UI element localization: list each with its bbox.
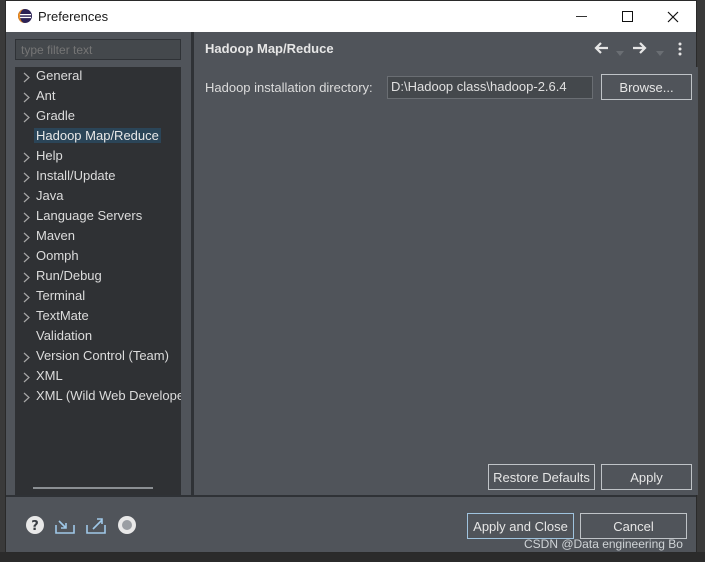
maximize-button[interactable] — [604, 1, 650, 32]
browse-button-label: Browse... — [619, 79, 674, 95]
chevron-right-icon — [22, 251, 31, 263]
filter-input[interactable] — [15, 39, 181, 60]
chevron-right-icon — [22, 351, 31, 363]
apply-label: Apply — [630, 469, 663, 485]
maximize-icon — [621, 11, 633, 22]
forward-dropdown-icon[interactable] — [656, 45, 664, 60]
import-icon[interactable] — [54, 515, 75, 535]
arrow-right-icon[interactable] — [632, 41, 648, 58]
tree-item-label: General — [36, 68, 83, 83]
window-title: Preferences — [38, 9, 109, 24]
title-bar: Preferences — [6, 1, 696, 32]
preferences-dialog: Preferences General Ant Gradle Hadoop Ma… — [5, 0, 698, 553]
tree-item-xml-wild-web[interactable]: XML (Wild Web Developer) — [15, 387, 181, 407]
apply-and-close-label: Apply and Close — [473, 518, 568, 534]
footer-divider — [6, 495, 696, 497]
tree-item-xml[interactable]: XML — [15, 367, 181, 387]
tree-item-run-debug[interactable]: Run/Debug — [15, 267, 181, 287]
tree-item-label: Gradle — [36, 108, 76, 123]
install-dir-label: Hadoop installation directory: — [205, 80, 373, 95]
watermark-text: CSDN @Data engineering Bo — [524, 537, 683, 551]
tree-item-textmate[interactable]: TextMate — [15, 307, 181, 327]
tree-item-label: Validation — [36, 328, 93, 343]
cancel-label: Cancel — [613, 518, 654, 534]
tree-item-label: XML — [36, 368, 63, 383]
close-button[interactable] — [650, 1, 696, 32]
tree-item-version-control[interactable]: Version Control (Team) — [15, 347, 181, 367]
minimize-button[interactable] — [558, 1, 604, 32]
arrow-left-icon[interactable] — [593, 41, 609, 58]
svg-text:?: ? — [31, 519, 39, 534]
chevron-right-icon — [22, 231, 31, 243]
page-content — [199, 67, 698, 495]
chevron-right-icon — [22, 271, 31, 283]
apply-and-close-button[interactable]: Apply and Close — [467, 513, 574, 539]
export-icon[interactable] — [85, 515, 106, 535]
tree-item-hadoop-map-reduce[interactable]: Hadoop Map/Reduce — [15, 127, 181, 147]
tree-item-maven[interactable]: Maven — [15, 227, 181, 247]
tree-item-install-update[interactable]: Install/Update — [15, 167, 181, 187]
restore-defaults-label: Restore Defaults — [493, 469, 590, 485]
cancel-button[interactable]: Cancel — [580, 513, 687, 539]
tree-item-label: Help — [36, 148, 63, 163]
back-dropdown-icon[interactable] — [616, 45, 624, 60]
restore-defaults-button[interactable]: Restore Defaults — [488, 464, 595, 490]
install-dir-field[interactable]: D:\Hadoop class\hadoop-2.6.4 — [387, 76, 593, 99]
tree-item-label: Version Control (Team) — [36, 348, 169, 363]
chevron-right-icon — [22, 71, 31, 83]
tree-item-label: Ant — [36, 88, 56, 103]
preference-tree[interactable]: General Ant Gradle Hadoop Map/Reduce Hel… — [15, 67, 181, 495]
tree-item-language-servers[interactable]: Language Servers — [15, 207, 181, 227]
background-bottom — [0, 552, 705, 562]
chevron-right-icon — [22, 291, 31, 303]
chevron-right-icon — [22, 371, 31, 383]
tree-item-general[interactable]: General — [15, 67, 181, 87]
tree-item-label: Java — [36, 188, 64, 203]
tree-item-terminal[interactable]: Terminal — [15, 287, 181, 307]
tree-item-label: Terminal — [36, 288, 86, 303]
tree-horizontal-scrollbar[interactable] — [33, 487, 153, 489]
tree-item-label: Install/Update — [36, 168, 116, 183]
chevron-right-icon — [22, 151, 31, 163]
record-icon[interactable] — [117, 515, 137, 535]
browse-button[interactable]: Browse... — [601, 74, 692, 100]
tree-item-label: Language Servers — [36, 208, 143, 223]
tree-item-ant[interactable]: Ant — [15, 87, 181, 107]
tree-item-label: Hadoop Map/Reduce — [34, 128, 161, 143]
chevron-right-icon — [22, 191, 31, 203]
eclipse-icon — [18, 9, 32, 23]
chevron-right-icon — [22, 111, 31, 123]
tree-item-label: Oomph — [36, 248, 79, 263]
close-icon — [667, 11, 679, 22]
tree-item-label: Run/Debug — [36, 268, 102, 283]
tree-item-oomph[interactable]: Oomph — [15, 247, 181, 267]
chevron-right-icon — [22, 391, 31, 403]
tree-item-label: TextMate — [36, 308, 89, 323]
tree-item-gradle[interactable]: Gradle — [15, 107, 181, 127]
chevron-right-icon — [22, 311, 31, 323]
chevron-right-icon — [22, 211, 31, 223]
chevron-right-icon — [22, 91, 31, 103]
panel-sash[interactable] — [191, 32, 194, 495]
apply-button[interactable]: Apply — [601, 464, 692, 490]
help-icon[interactable]: ? — [25, 515, 45, 535]
page-title: Hadoop Map/Reduce — [205, 41, 334, 56]
tree-item-label: Maven — [36, 228, 76, 243]
tree-item-validation[interactable]: Validation — [15, 327, 181, 347]
minimize-icon — [575, 16, 587, 17]
tree-item-label: XML (Wild Web Developer) — [36, 388, 181, 403]
kebab-menu-icon[interactable] — [678, 42, 682, 59]
tree-item-help[interactable]: Help — [15, 147, 181, 167]
tree-item-java[interactable]: Java — [15, 187, 181, 207]
chevron-right-icon — [22, 171, 31, 183]
